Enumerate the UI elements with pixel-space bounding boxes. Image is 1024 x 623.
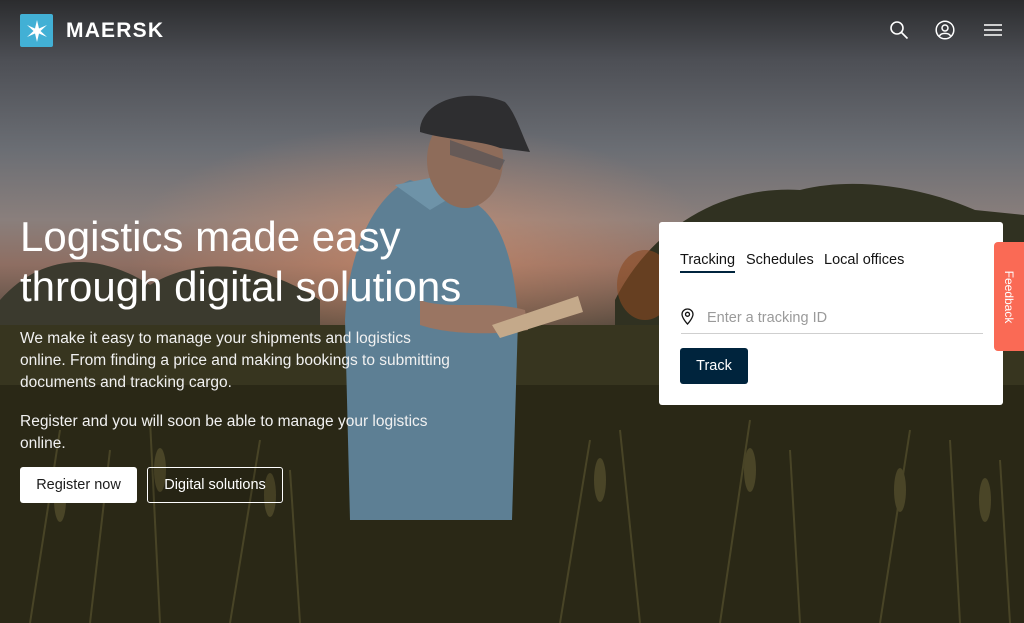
maersk-logo[interactable]	[20, 14, 53, 47]
track-button[interactable]: Track	[680, 348, 748, 384]
tab-local-offices[interactable]: Local offices	[824, 252, 904, 268]
location-pin-icon	[681, 308, 694, 325]
menu-icon[interactable]	[982, 19, 1004, 41]
star-logo-icon	[26, 19, 47, 42]
hero-paragraph-intro: We make it easy to manage your shipments…	[20, 330, 450, 391]
digital-solutions-button[interactable]: Digital solutions	[147, 467, 283, 503]
tracking-card: Tracking Schedules Local offices Track	[659, 222, 1003, 405]
feedback-label: Feedback	[1002, 270, 1016, 323]
tracking-id-input[interactable]	[707, 304, 983, 332]
tab-tracking[interactable]: Tracking	[680, 252, 736, 273]
hero-headline: Logistics made easy through digital solu…	[20, 213, 462, 310]
hero-paragraph-register: Register and you will soon be able to ma…	[20, 413, 428, 452]
brand-name[interactable]: MAERSK	[66, 19, 164, 43]
feedback-tab[interactable]: Feedback	[994, 242, 1024, 351]
search-icon[interactable]	[888, 19, 910, 41]
tab-schedules[interactable]: Schedules	[746, 252, 814, 268]
account-icon[interactable]	[934, 19, 956, 41]
register-now-button[interactable]: Register now	[20, 467, 137, 503]
input-underline	[681, 333, 983, 334]
